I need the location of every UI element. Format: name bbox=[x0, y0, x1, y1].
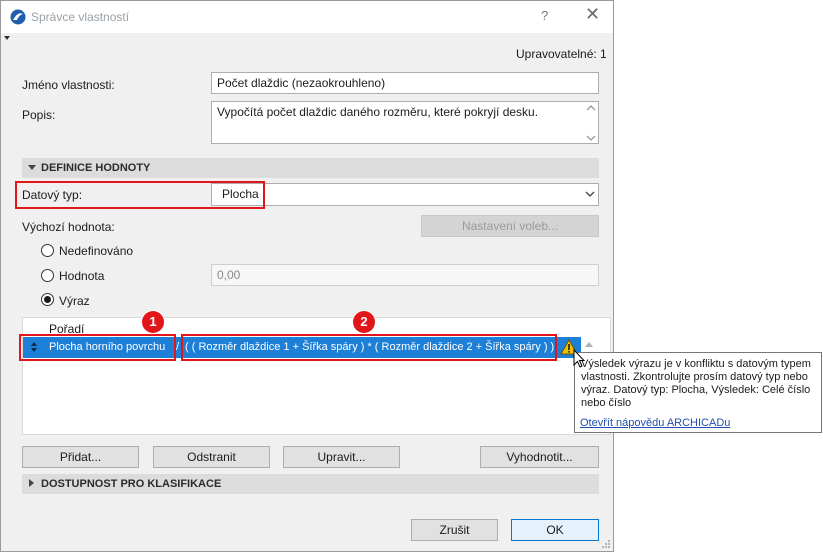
radio-value[interactable] bbox=[41, 269, 54, 282]
definition-section-title: DEFINICE HODNOTY bbox=[41, 162, 151, 174]
options-settings-button[interactable]: Nastavení voleb... bbox=[421, 215, 599, 237]
property-name-label: Jméno vlastnosti: bbox=[22, 78, 115, 92]
list-scroll-up-icon[interactable] bbox=[585, 342, 593, 347]
description-label: Popis: bbox=[22, 108, 56, 122]
classification-section-header[interactable]: DOSTUPNOST PRO KLASIFIKACE bbox=[22, 474, 599, 494]
title-bar: Správce vlastností ? ✕ bbox=[1, 1, 613, 33]
help-button[interactable]: ? bbox=[541, 8, 548, 23]
mouse-cursor-icon bbox=[573, 349, 585, 368]
add-button[interactable]: Přidat... bbox=[22, 446, 139, 468]
radio-expression[interactable] bbox=[41, 293, 54, 306]
edit-button[interactable]: Upravit... bbox=[283, 446, 400, 468]
radio-undefined[interactable] bbox=[41, 244, 54, 257]
callout-badge-2: 2 bbox=[353, 311, 375, 333]
default-value-field[interactable]: 0,00 bbox=[211, 264, 599, 286]
evaluate-button[interactable]: Vyhodnotit... bbox=[480, 446, 599, 468]
property-name-field[interactable]: Počet dlaždic (nezaokrouhleno) bbox=[211, 72, 599, 94]
archicad-help-link[interactable]: Otevřít nápovědu ARCHICADu bbox=[580, 417, 730, 430]
remove-button[interactable]: Odstranit bbox=[153, 446, 270, 468]
highlight-expression-name bbox=[19, 334, 176, 361]
radio-selected-dot bbox=[44, 296, 51, 303]
chevron-down-icon[interactable] bbox=[585, 191, 595, 198]
property-manager-dialog: Správce vlastností ? ✕ Upravovatelné: 1 … bbox=[0, 0, 614, 552]
warning-tooltip-text: Výsledek výrazu je v konfliktu s datovým… bbox=[581, 358, 811, 409]
warning-tooltip: Výsledek výrazu je v konfliktu s datovým… bbox=[574, 352, 822, 433]
cancel-button[interactable]: Zrušit bbox=[411, 519, 498, 541]
radio-value-label: Hodnota bbox=[59, 269, 105, 283]
editable-count: Upravovatelné: 1 bbox=[516, 47, 607, 61]
description-field[interactable]: Vypočítá počet dlaždic daného rozměru, k… bbox=[211, 101, 599, 144]
highlight-data-type bbox=[15, 181, 265, 209]
definition-section-header[interactable]: DEFINICE HODNOTY bbox=[22, 158, 599, 178]
callout-badge-1: 1 bbox=[142, 311, 164, 333]
collapse-triangle-icon bbox=[28, 165, 36, 170]
description-scrollbar[interactable] bbox=[586, 104, 596, 142]
data-type-select[interactable]: Plocha bbox=[211, 183, 599, 206]
classification-section-title: DOSTUPNOST PRO KLASIFIKACE bbox=[41, 478, 222, 490]
radio-expression-label: Výraz bbox=[59, 294, 90, 308]
window-title: Správce vlastností bbox=[31, 10, 130, 24]
expression-row-separator: / bbox=[176, 341, 180, 353]
default-value-label: Výchozí hodnota: bbox=[22, 220, 115, 234]
close-button[interactable]: ✕ bbox=[585, 4, 600, 25]
resize-grip-icon[interactable] bbox=[601, 539, 611, 549]
archicad-logo-icon bbox=[10, 9, 26, 25]
toolbar-dropdown-icon[interactable] bbox=[4, 36, 10, 40]
expand-triangle-icon bbox=[29, 479, 34, 487]
ok-button[interactable]: OK bbox=[511, 519, 599, 541]
highlight-expression-formula bbox=[181, 334, 557, 361]
radio-undefined-label: Nedefinováno bbox=[59, 244, 134, 258]
